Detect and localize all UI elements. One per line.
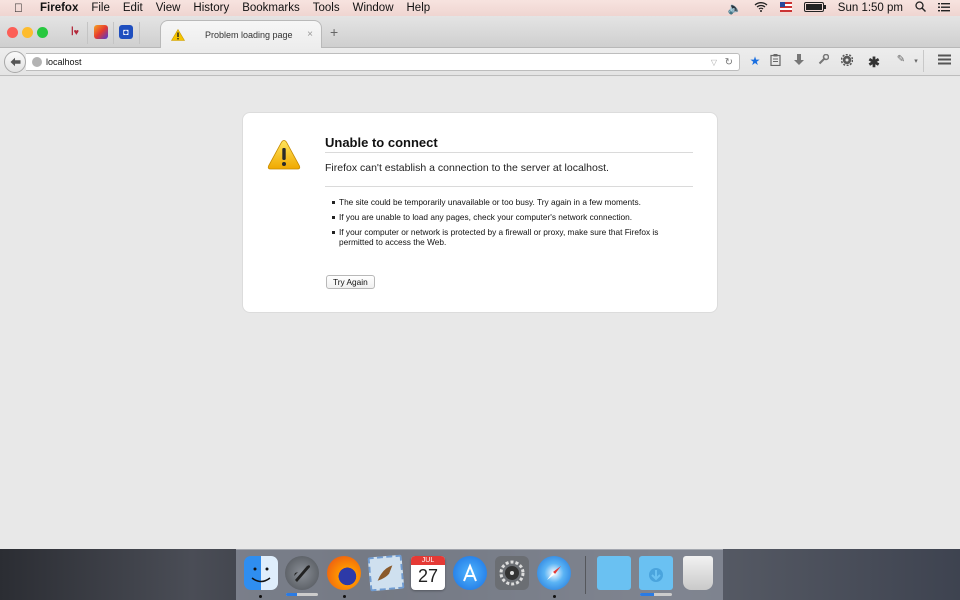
asterisk-icon[interactable]: ✱ (866, 54, 882, 71)
pinned-tab-divider (139, 22, 140, 44)
zoom-window-button[interactable] (37, 27, 48, 38)
reading-list-icon[interactable] (767, 54, 783, 69)
navigation-toolbar: localhost ▽ ↻ ★ ✱ ✎ ▾ (0, 48, 960, 76)
running-indicator (259, 595, 262, 598)
downloads-folder-icon[interactable] (639, 556, 673, 590)
error-title: Unable to connect (325, 135, 693, 153)
warning-icon (267, 140, 301, 170)
minimize-window-button[interactable] (22, 27, 33, 38)
pinned-tab-divider (113, 22, 114, 44)
menu-file[interactable]: File (91, 2, 110, 14)
launchpad-progress-bar (286, 593, 318, 596)
menu-help[interactable]: Help (407, 2, 431, 14)
safari-icon[interactable] (537, 556, 571, 590)
dock: JUL 27 (236, 549, 723, 600)
try-again-button[interactable]: Try Again (326, 275, 375, 289)
reload-icon[interactable]: ↻ (725, 57, 733, 68)
menu-window[interactable]: Window (353, 2, 394, 14)
menu-bar:  Firefox File Edit View History Bookmar… (0, 0, 960, 16)
calendar-icon[interactable]: JUL 27 (411, 556, 445, 590)
url-history-dropdown-icon[interactable]: ▽ (711, 58, 717, 67)
downloads-progress-bar (640, 593, 672, 596)
toolbar-divider (923, 50, 924, 72)
pinned-tab-app-icon[interactable] (94, 25, 108, 39)
firefox-icon[interactable] (327, 556, 361, 590)
url-bar[interactable]: localhost ▽ ↻ (26, 53, 740, 71)
system-preferences-icon[interactable] (495, 556, 529, 590)
list-item: The site could be temporarily unavailabl… (332, 197, 679, 207)
error-card: Unable to connect Firefox can't establis… (242, 112, 718, 313)
wrench-icon[interactable] (815, 53, 831, 68)
flag-icon[interactable] (779, 1, 792, 15)
page-content: Unable to connect Firefox can't establis… (0, 77, 960, 549)
pinned-tab-divider (87, 22, 88, 44)
dock-separator (585, 556, 586, 594)
battery-icon[interactable] (803, 1, 826, 15)
list-item: If you are unable to load any pages, che… (332, 212, 679, 222)
divider (325, 186, 693, 187)
menu-tools[interactable]: Tools (313, 2, 340, 14)
notification-center-icon[interactable] (938, 2, 950, 15)
download-icon[interactable] (791, 54, 807, 69)
calendar-month: JUL (411, 556, 445, 565)
list-item: If your computer or network is protected… (332, 227, 679, 247)
spotlight-icon[interactable] (915, 1, 926, 15)
new-tab-button[interactable]: + (330, 24, 338, 40)
menu-edit[interactable]: Edit (123, 2, 143, 14)
url-input[interactable]: localhost (46, 57, 82, 67)
wifi-icon[interactable] (754, 1, 768, 15)
apple-menu-icon[interactable]:  (14, 1, 28, 15)
gear-icon[interactable] (839, 53, 855, 69)
documents-folder-icon[interactable] (597, 556, 631, 590)
error-suggestions-list: The site could be temporarily unavailabl… (332, 197, 679, 252)
tab-title: Problem loading page (205, 29, 293, 40)
bookmark-star-icon[interactable]: ★ (747, 54, 763, 68)
tab-problem-loading[interactable]: Problem loading page × (160, 20, 322, 48)
mail-icon[interactable] (367, 554, 405, 592)
menu-bookmarks[interactable]: Bookmarks (242, 2, 300, 14)
warning-icon (171, 28, 185, 41)
extension-icon[interactable]: ✎ (893, 54, 909, 65)
menu-app-name[interactable]: Firefox (40, 2, 78, 14)
firefox-window: ꟾ♥ ◘ Problem loading page × + localhost … (0, 16, 960, 549)
calendar-day: 27 (417, 566, 439, 586)
error-description: Firefox can't establish a connection to … (325, 162, 609, 174)
clock[interactable]: Sun 1:50 pm (838, 2, 903, 14)
back-button[interactable] (4, 51, 26, 73)
tab-bar: ꟾ♥ ◘ Problem loading page × + (0, 16, 960, 48)
menu-view[interactable]: View (156, 2, 181, 14)
menu-history[interactable]: History (193, 2, 229, 14)
extension-dropdown-icon[interactable]: ▾ (908, 57, 924, 65)
progress-fill (640, 593, 655, 596)
close-window-button[interactable] (7, 27, 18, 38)
pinned-tab-iheartradio-icon[interactable]: ꟾ♥ (68, 25, 82, 39)
pinned-tab-app-q-icon[interactable]: ◘ (119, 25, 133, 39)
progress-fill (286, 593, 298, 596)
volume-icon[interactable]: 🔈 (727, 1, 741, 15)
back-arrow-icon (10, 57, 20, 67)
trash-icon[interactable] (683, 556, 713, 590)
finder-icon[interactable] (244, 556, 278, 590)
running-indicator (553, 595, 556, 598)
running-indicator (343, 595, 346, 598)
globe-icon (32, 57, 42, 67)
menu-icon[interactable] (936, 54, 952, 68)
app-store-icon[interactable] (453, 556, 487, 590)
launchpad-icon[interactable] (285, 556, 319, 590)
tab-close-icon[interactable]: × (307, 29, 313, 40)
